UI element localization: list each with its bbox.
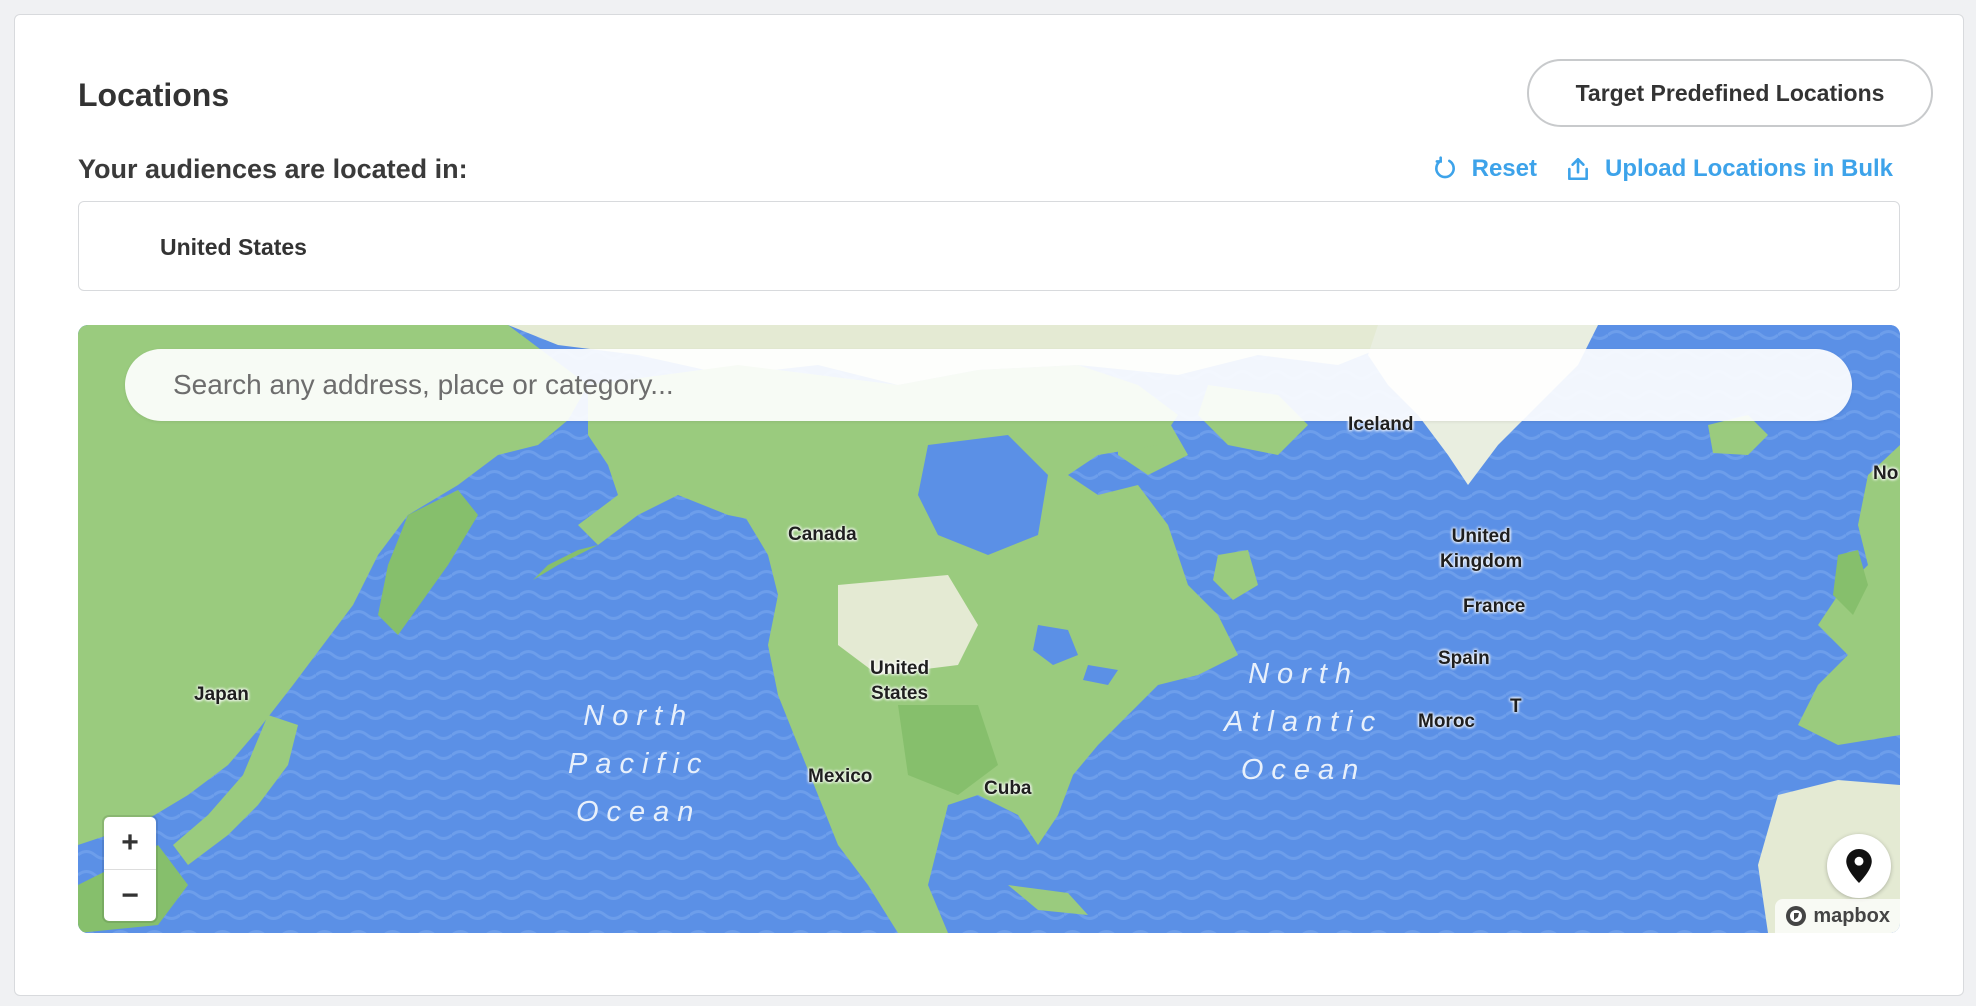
map-attribution[interactable]: mapbox	[1775, 899, 1900, 933]
zoom-out-button[interactable]: −	[104, 869, 156, 921]
reset-label: Reset	[1471, 155, 1537, 182]
map-view[interactable]: Iceland No Canada United Kingdom France …	[78, 325, 1900, 933]
map-pin-icon	[1846, 849, 1872, 883]
map-label-cuba: Cuba	[984, 778, 1032, 799]
attribution-label: mapbox	[1813, 904, 1890, 927]
map-label-canada: Canada	[788, 524, 857, 545]
locations-card: Locations Target Predefined Locations Yo…	[14, 14, 1964, 996]
drop-pin-button[interactable]	[1827, 834, 1891, 898]
map-label-japan: Japan	[194, 684, 249, 705]
selected-locations-box[interactable]: United States	[78, 201, 1900, 291]
upload-label: Upload Locations in Bulk	[1604, 155, 1893, 182]
map-label-us-line1: United	[870, 658, 930, 679]
reset-button[interactable]: Reset	[1432, 155, 1537, 183]
map-label-uk: United Kingdom	[1440, 525, 1522, 574]
selected-location-chip: United States	[160, 233, 307, 260]
target-predefined-locations-button[interactable]: Target Predefined Locations	[1527, 59, 1933, 127]
map-label-tunisia: T	[1510, 696, 1522, 717]
upload-icon	[1568, 157, 1588, 181]
map-label-mexico: Mexico	[808, 766, 873, 787]
map-label-us-line2: States	[871, 682, 929, 704]
zoom-control: + −	[104, 817, 156, 921]
ocean-label-north-pacific: North Pacific Ocean	[568, 700, 710, 828]
audience-location-subtitle: Your audiences are located in:	[78, 154, 468, 184]
location-actions: Reset Upload Locations in Bulk	[1432, 155, 1893, 183]
mapbox-logo-icon	[1786, 906, 1807, 926]
reset-icon	[1434, 156, 1455, 179]
upload-locations-bulk-button[interactable]: Upload Locations in Bulk	[1565, 155, 1893, 183]
map-label-spain: Spain	[1438, 648, 1490, 669]
ocean-label-north-atlantic: North Atlantic Ocean	[1224, 658, 1384, 786]
map-label-norway: No	[1873, 463, 1899, 484]
map-label-morocco: Moroc	[1418, 711, 1475, 732]
map-search-input[interactable]	[125, 349, 1852, 421]
section-title: Locations	[78, 77, 230, 113]
map-label-france: France	[1463, 596, 1526, 617]
map-label-uk-line2: Kingdom	[1440, 550, 1523, 572]
map-label-uk-line1: United	[1451, 526, 1511, 547]
zoom-in-button[interactable]: +	[104, 817, 156, 869]
map-label-iceland: Iceland	[1348, 414, 1414, 435]
map-label-us: United States	[870, 657, 929, 706]
